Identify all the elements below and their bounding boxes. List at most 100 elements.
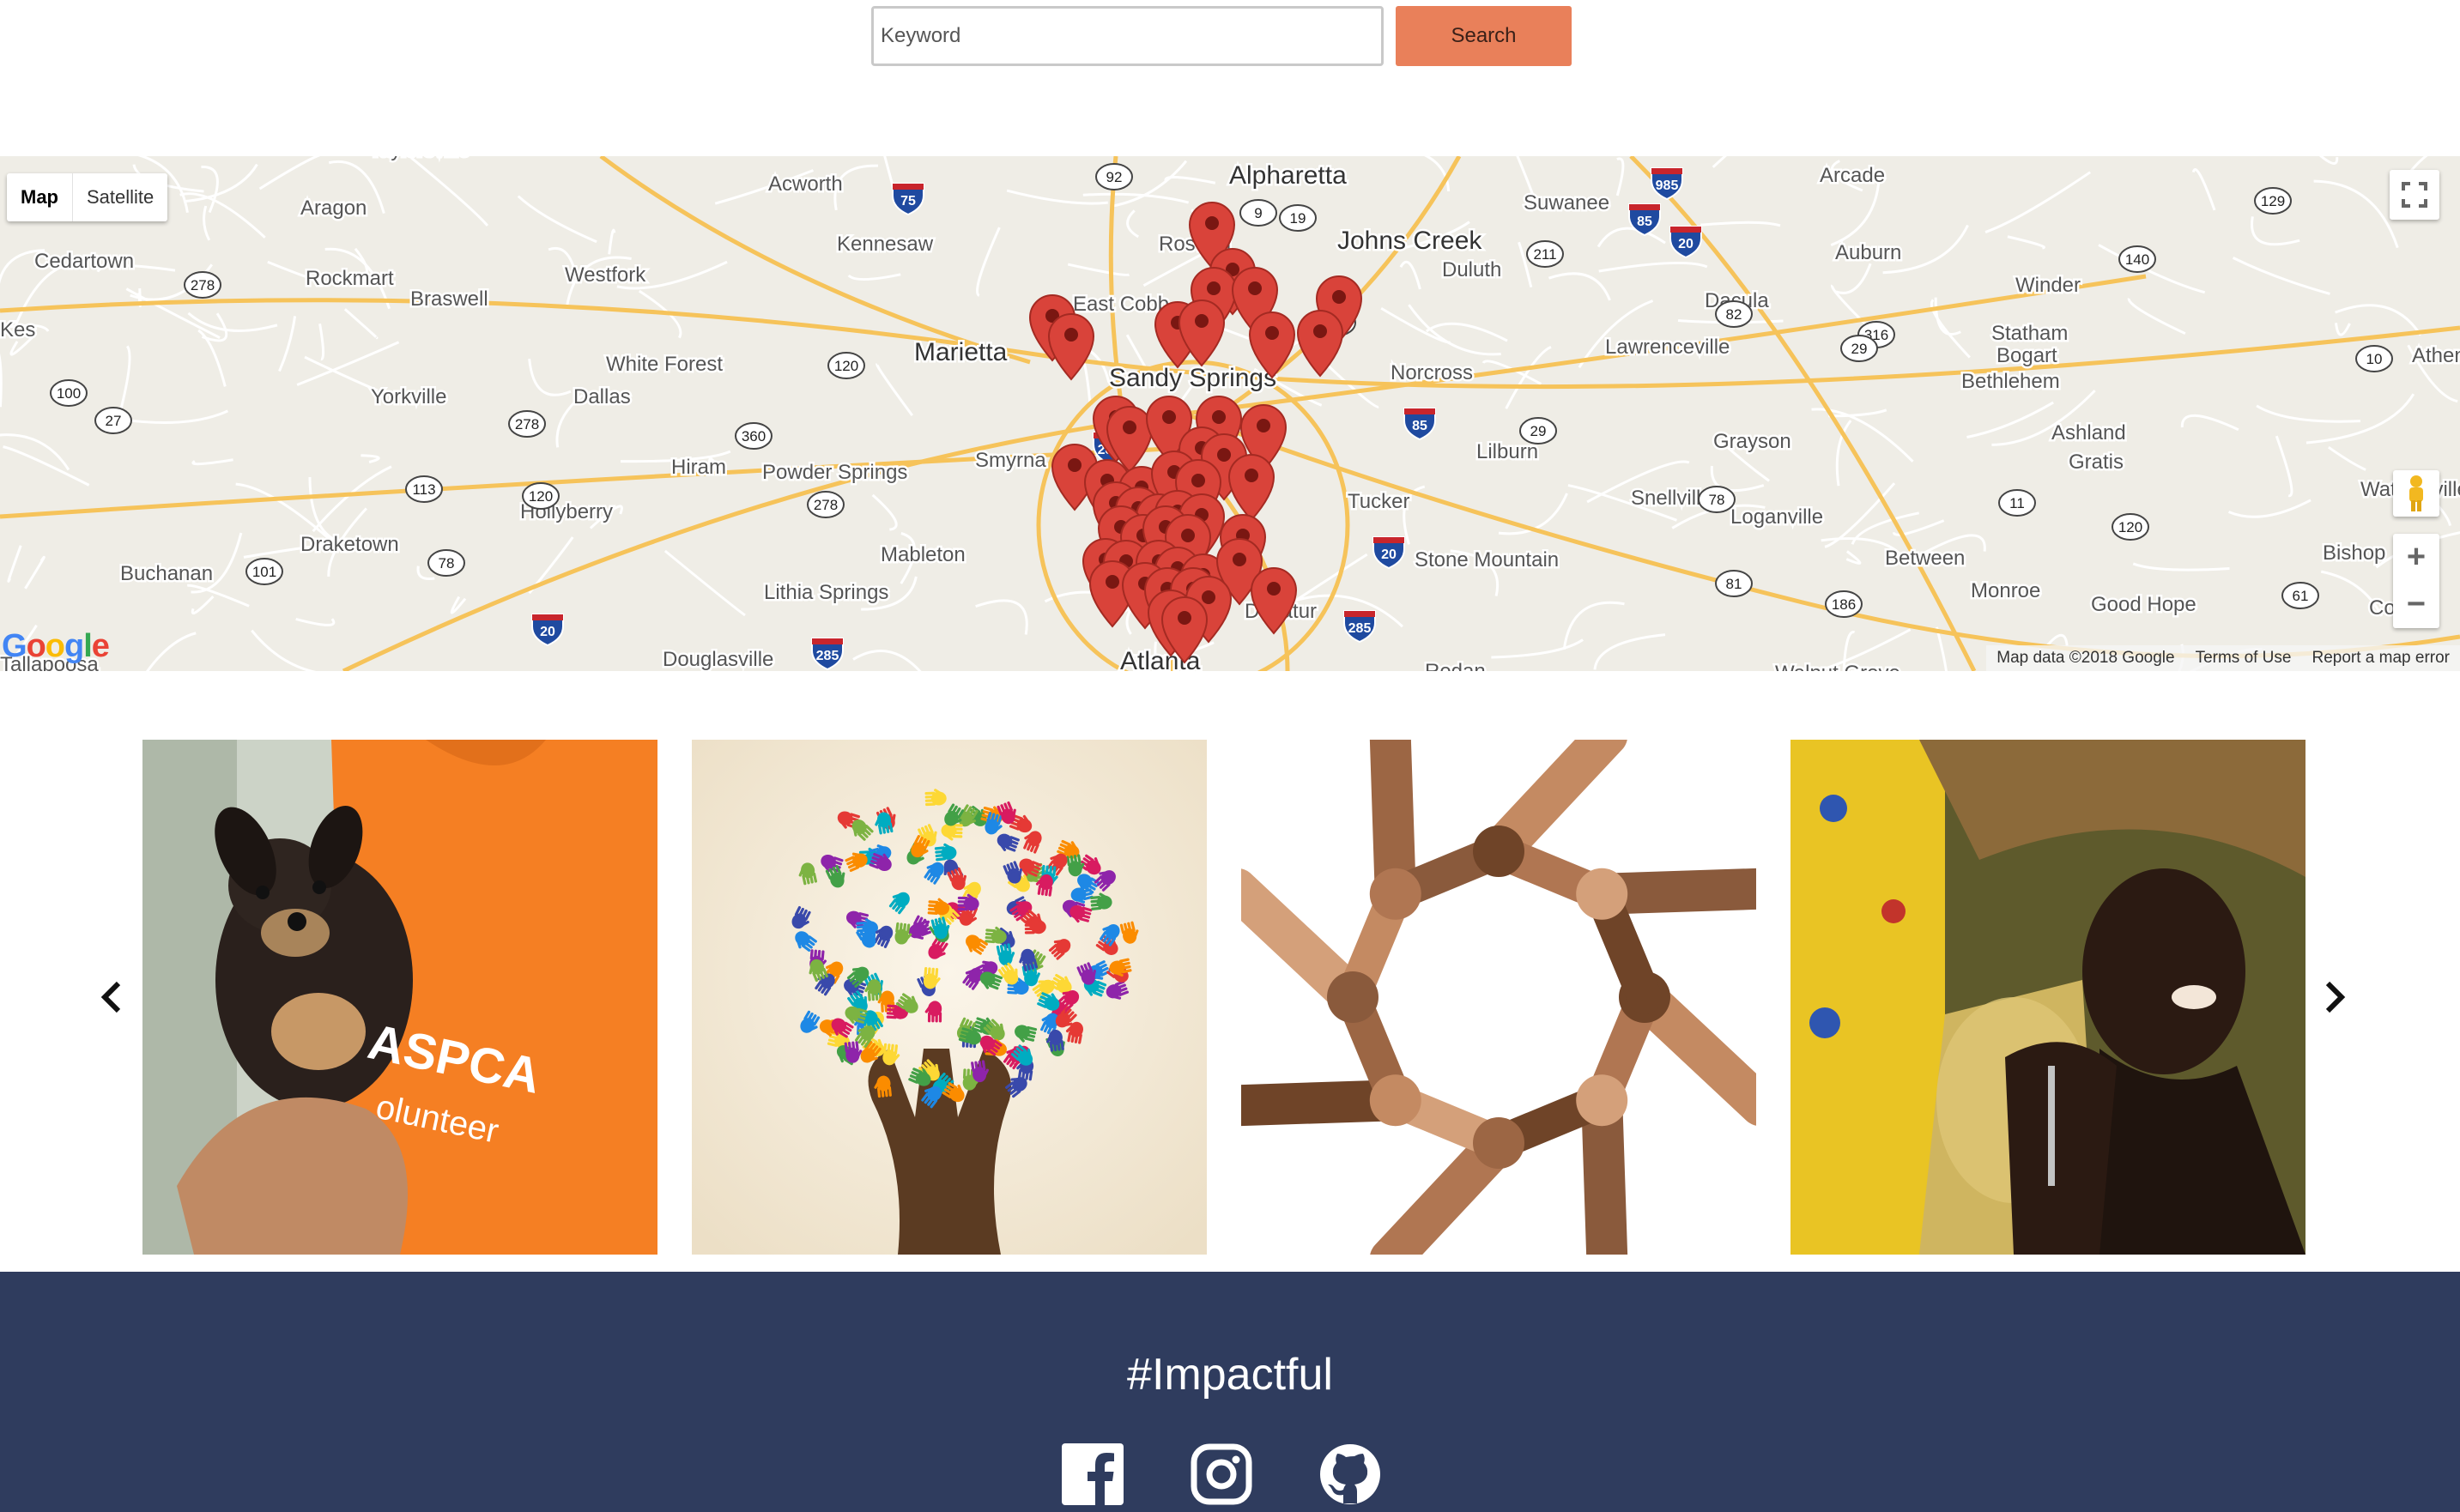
map-place-label: Grayson (1713, 430, 1791, 453)
highway-shield: 78 (427, 549, 465, 577)
map-place-label: Sandy Springs (1109, 364, 1276, 392)
map-place-label: Bogart (1996, 344, 2057, 367)
facebook-link[interactable] (1062, 1443, 1124, 1505)
svg-text:278: 278 (515, 416, 539, 432)
svg-text:85: 85 (1412, 419, 1427, 433)
carousel-next-button[interactable] (2309, 971, 2360, 1023)
map-place-label: Between (1885, 547, 1965, 570)
highway-shield: 9 (1239, 199, 1277, 227)
svg-text:20: 20 (1381, 547, 1397, 562)
page: Search Taylorsville Aragon Cedartown Rockma… (0, 0, 2460, 1512)
carousel-slide-puppy[interactable]: ASPCA olunteer (142, 740, 657, 1255)
fullscreen-button[interactable] (2390, 170, 2439, 220)
svg-text:278: 278 (191, 277, 215, 293)
svg-text:75: 75 (900, 194, 916, 209)
svg-text:11: 11 (2009, 495, 2025, 511)
map-place-label: East Cobb (1073, 293, 1169, 316)
highway-shield: 278 (807, 491, 845, 518)
map-place-label: Redan (1425, 660, 1486, 671)
map-place-label: Smyrna (975, 449, 1046, 472)
map[interactable]: Taylorsville Aragon Cedartown Rockmart Brasw… (0, 156, 2460, 671)
map-place-label: Johns Creek (1337, 227, 1482, 255)
github-icon (1320, 1444, 1380, 1504)
map-type-satellite-button[interactable]: Satellite (73, 173, 167, 221)
image-carousel: ASPCA olunteer (0, 740, 2460, 1255)
carousel-slide-linked-arms[interactable] (1241, 740, 1756, 1255)
highway-shield: 27 (94, 407, 132, 434)
puppy-volunteer-image: ASPCA olunteer (142, 740, 657, 1255)
pegman-icon (2409, 475, 2423, 511)
svg-text:120: 120 (529, 488, 553, 505)
map-canvas[interactable]: Taylorsville Aragon Cedartown Rockmart Brasw… (0, 156, 2460, 671)
highway-shield: 278 (508, 410, 546, 438)
map-place-label: Norcross (1391, 361, 1473, 384)
highway-shield: 211 (1526, 240, 1564, 268)
map-place-label: Marietta (914, 338, 1008, 366)
svg-text:186: 186 (1832, 596, 1856, 613)
carousel-slide-hands-tree[interactable] (692, 740, 1207, 1255)
map-place-label: Alpharetta (1229, 161, 1347, 190)
map-place-label: Co (2369, 596, 2396, 620)
search-button[interactable]: Search (1396, 6, 1572, 66)
svg-text:92: 92 (1106, 169, 1123, 185)
map-place-label: Gratis (2069, 451, 2124, 474)
map-type-control: Map Satellite (7, 173, 168, 221)
clasped-hand (1369, 1074, 1421, 1127)
fullscreen-icon (2402, 182, 2427, 208)
carousel-prev-button[interactable] (86, 971, 137, 1023)
svg-text:29: 29 (1530, 423, 1547, 439)
street-view-pegman[interactable] (2393, 470, 2439, 517)
highway-shield: 11 (1998, 489, 2036, 517)
svg-text:285: 285 (816, 649, 839, 663)
svg-text:278: 278 (814, 497, 838, 513)
google-logo[interactable]: Google (2, 628, 110, 665)
clasped-hand (1576, 868, 1628, 920)
water-pouring-image (1790, 740, 2305, 1255)
clasped-hand (1576, 1074, 1628, 1127)
svg-text:29: 29 (1851, 341, 1868, 357)
svg-text:85: 85 (1637, 215, 1652, 229)
highway-shield: 19 (1279, 204, 1317, 232)
map-place-label: Duluth (1442, 258, 1501, 281)
terms-of-use-link[interactable]: Terms of Use (2196, 645, 2292, 671)
highway-shield: 29 (1840, 335, 1878, 362)
chevron-left-icon (100, 981, 121, 1013)
highway-shield: 120 (827, 352, 865, 379)
highway-shield: 82 (1715, 300, 1753, 328)
carousel-slide-water[interactable] (1790, 740, 2305, 1255)
svg-text:360: 360 (742, 428, 766, 445)
clasped-hand (1369, 868, 1421, 920)
report-map-error-link[interactable]: Report a map error (2312, 645, 2450, 671)
linked-arms-image (1241, 740, 1756, 1255)
map-place-label: Athens (2412, 344, 2460, 367)
svg-text:100: 100 (57, 385, 81, 402)
map-place-label: Buchanan (120, 562, 213, 585)
map-place-label: Taylorsville (369, 156, 470, 161)
highway-shield: 10 (2355, 345, 2393, 372)
highway-shield: 278 (184, 271, 221, 299)
highway-shield: 120 (2112, 513, 2149, 541)
map-place-label: Westfork (565, 263, 646, 287)
svg-text:10: 10 (2366, 351, 2383, 367)
map-place-label: Bethlehem (1961, 370, 2060, 393)
map-type-map-button[interactable]: Map (7, 173, 73, 221)
footer: #Impactful (0, 1272, 2460, 1512)
instagram-link[interactable] (1191, 1443, 1252, 1505)
highway-shield: 360 (735, 422, 773, 450)
highway-shield: 81 (1715, 570, 1753, 597)
github-link[interactable] (1319, 1443, 1381, 1505)
svg-text:140: 140 (2125, 251, 2149, 268)
highway-shield: 129 (2254, 187, 2292, 215)
clasped-hand (1473, 826, 1524, 877)
zoom-in-button[interactable]: + (2393, 534, 2439, 581)
svg-text:101: 101 (252, 564, 276, 580)
svg-text:19: 19 (1290, 210, 1306, 227)
map-place-label: Braswell (410, 287, 488, 311)
keyword-input[interactable] (871, 6, 1384, 66)
map-place-label: Kennesaw (837, 233, 934, 256)
zoom-out-button[interactable]: − (2393, 581, 2439, 628)
clasped-hand (1327, 971, 1378, 1023)
map-place-label: Arcade (1820, 164, 1885, 187)
svg-text:113: 113 (412, 481, 435, 498)
map-place-label: Mableton (881, 543, 966, 566)
